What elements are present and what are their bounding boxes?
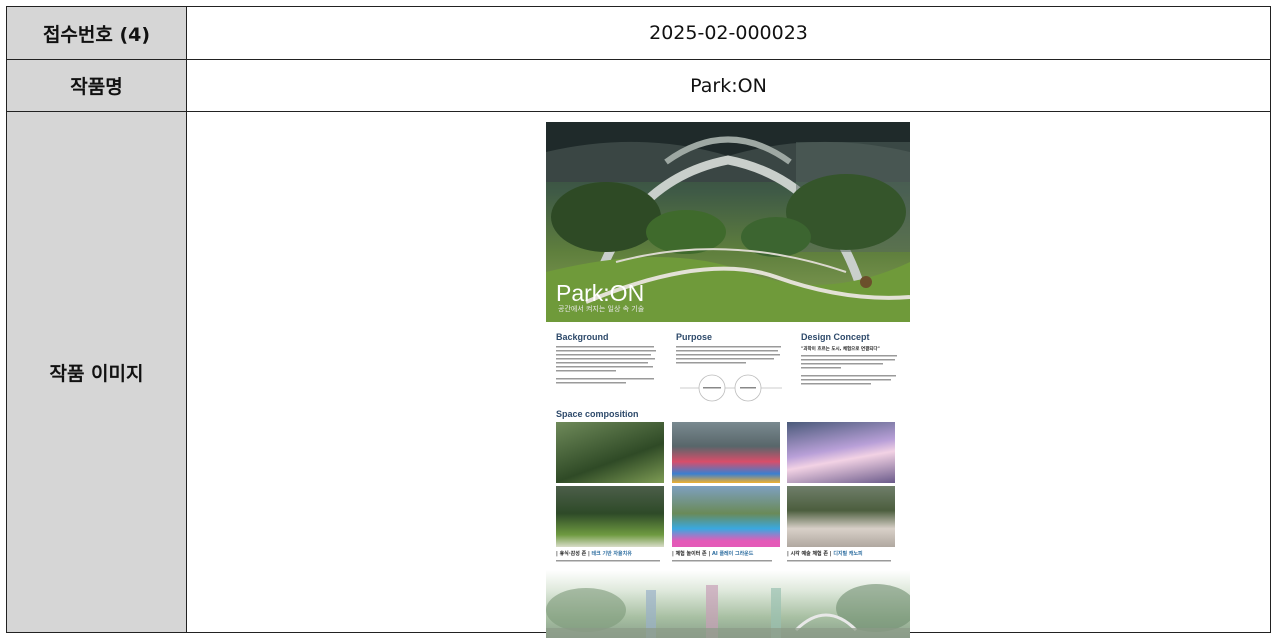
space-photo-healing-1 <box>556 422 664 483</box>
purpose-heading: Purpose <box>676 332 713 342</box>
form-row-work-title: 작품명 Park:ON <box>6 59 1271 112</box>
poster-subtitle: 공간에서 켜지는 일상 속 기술 <box>558 305 645 313</box>
zone-caption-healing-desc <box>556 559 664 564</box>
work-poster-image: Park:ON 공간에서 켜지는 일상 속 기술 Background Purp… <box>546 122 910 638</box>
zone-caption-play-name: AI 플레이 그라운드 <box>711 551 754 557</box>
zone-caption-healing-name: 테크 기반 자율치유 <box>591 551 632 557</box>
space-photo-play-1 <box>672 422 780 483</box>
purpose-text-block <box>676 346 786 406</box>
space-photo-art-1 <box>787 422 895 483</box>
background-heading: Background <box>556 332 609 342</box>
background-text-block <box>556 346 661 394</box>
work-title-value: Park:ON <box>186 59 1271 112</box>
zone-caption-art-desc <box>787 559 895 564</box>
zone-caption-healing-zone: | 휴식·감성 존 | <box>556 551 590 557</box>
zone-caption-play: | 체험 놀이터 존 | AI 플레이 그라운드 <box>672 550 753 557</box>
play-desc-line <box>672 560 772 562</box>
work-image-label: 작품 이미지 <box>6 111 187 633</box>
design-concept-heading: Design Concept <box>801 332 870 342</box>
space-photo-play-2 <box>672 486 780 547</box>
art-desc-line <box>787 560 891 562</box>
zone-caption-play-desc <box>672 559 780 564</box>
design-concept-text-block <box>801 355 901 395</box>
space-photo-healing-2 <box>556 486 664 547</box>
zone-caption-art-zone: | 시각 예술 체험 존 | <box>787 551 832 557</box>
submission-number-value: 2025-02-000023 <box>186 6 1271 60</box>
bottom-park-illustration <box>546 584 910 638</box>
zone-caption-art: | 시각 예술 체험 존 | 디지털 캐노피 <box>787 550 863 557</box>
poster-title: Park:ON <box>556 280 645 306</box>
zone-caption-play-zone: | 체험 놀이터 존 | <box>672 551 711 557</box>
design-concept-quote: "과학이 흐르는 도시, 체험으로 연결되다" <box>801 347 880 352</box>
form-row-submission-number: 접수번호 (4) 2025-02-000023 <box>6 6 1271 60</box>
space-photo-art-2 <box>787 486 895 547</box>
work-title-label: 작품명 <box>6 59 187 112</box>
poster-hero-scene: Park:ON 공간에서 켜지는 일상 속 기술 <box>546 122 910 322</box>
zone-caption-art-name: 디지털 캐노피 <box>833 551 863 557</box>
space-composition-heading: Space composition <box>556 409 639 419</box>
purpose-text-and-diagram <box>676 346 782 402</box>
design-concept-text-lines <box>801 355 897 385</box>
healing-desc-line <box>556 560 660 562</box>
background-text-lines <box>556 346 656 384</box>
poster-bottom-scene <box>546 570 910 638</box>
zone-caption-healing: | 휴식·감성 존 | 테크 기반 자율치유 <box>556 550 632 557</box>
submission-number-label: 접수번호 (4) <box>6 6 187 60</box>
